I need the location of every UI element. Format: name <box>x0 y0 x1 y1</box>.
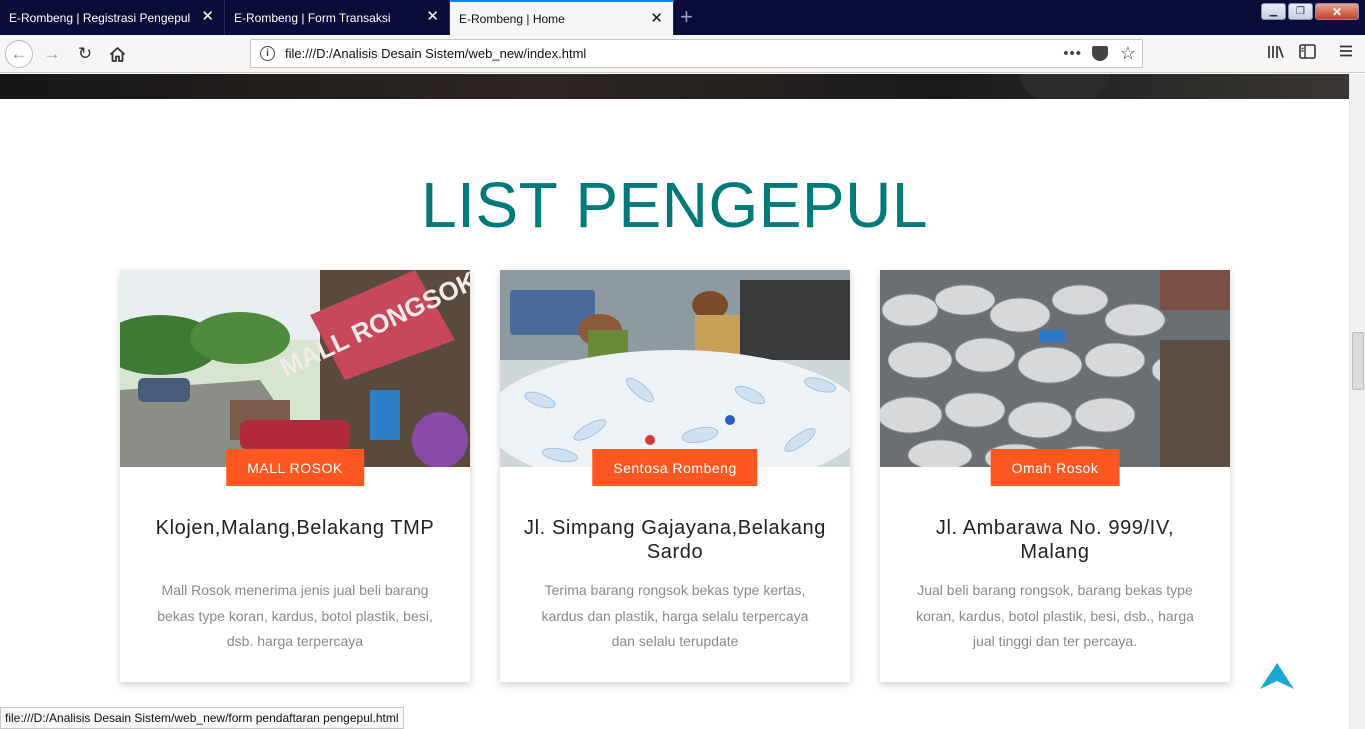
browser-tab-strip: E-Rombeng | Registrasi Pengepul ✕ E-Romb… <box>0 0 1365 35</box>
new-tab-icon[interactable]: + <box>680 6 693 28</box>
info-icon[interactable]: i <box>260 46 275 61</box>
hero-image-bottom <box>0 74 1349 99</box>
collector-photo <box>500 270 850 467</box>
tab-title: E-Rombeng | Home <box>459 11 565 26</box>
collector-card[interactable]: Omah Rosok Jl. Ambarawa No. 999/IV, Mala… <box>880 270 1230 682</box>
sidebar-icon[interactable] <box>1299 44 1316 64</box>
tab-home[interactable]: E-Rombeng | Home ✕ <box>450 0 674 35</box>
collector-description: Jual beli barang rongsok, barang bekas t… <box>916 582 1194 649</box>
home-icon[interactable] <box>103 40 131 68</box>
collector-name-badge[interactable]: Sentosa Rombeng <box>592 449 758 486</box>
window-close-button[interactable]: ✕ <box>1315 3 1359 20</box>
tab-registrasi-pengepul[interactable]: E-Rombeng | Registrasi Pengepul ✕ <box>0 0 225 35</box>
page-scrollbar[interactable] <box>1349 74 1365 729</box>
tab-title: E-Rombeng | Registrasi Pengepul <box>9 10 191 25</box>
collector-name-badge[interactable]: MALL ROSOK <box>226 449 364 486</box>
tab-title: E-Rombeng | Form Transaksi <box>234 10 391 25</box>
star-icon[interactable]: ☆ <box>1120 43 1136 64</box>
collector-description: Terima barang rongsok bekas type kertas,… <box>541 582 809 649</box>
tab-form-transaksi[interactable]: E-Rombeng | Form Transaksi ✕ <box>225 0 450 35</box>
close-icon[interactable]: ✕ <box>650 11 663 26</box>
section-title: LIST PENGEPUL <box>421 169 928 241</box>
collector-address: Jl. Simpang Gajayana,Belakang Sardo <box>523 517 827 563</box>
page-content: LIST PENGEPUL MALL RONGSOK MALL ROSOK Kl… <box>0 74 1349 729</box>
url-text[interactable]: file:///D:/Analisis Desain Sistem/web_ne… <box>285 46 586 61</box>
library-icon[interactable] <box>1267 44 1285 65</box>
reload-icon[interactable]: ↻ <box>71 40 99 68</box>
hamburger-icon[interactable] <box>1339 44 1353 63</box>
collector-name-badge[interactable]: Omah Rosok <box>990 449 1120 486</box>
link-status-bar: file:///D:/Analisis Desain Sistem/web_ne… <box>0 707 404 729</box>
restore-button[interactable]: ❐ <box>1288 3 1313 20</box>
address-bar[interactable]: i file:///D:/Analisis Desain Sistem/web_… <box>250 39 1143 68</box>
collector-photo: MALL RONGSOK <box>120 270 470 467</box>
window-controls: ▁ ❐ ✕ <box>1261 3 1359 20</box>
scrollbar-thumb[interactable] <box>1352 332 1364 390</box>
arrow-left-icon[interactable]: ← <box>5 40 33 68</box>
collector-card[interactable]: MALL RONGSOK MALL ROSOK Klojen,Malang,Be… <box>120 270 470 682</box>
ellipsis-icon[interactable]: ••• <box>1063 45 1082 62</box>
collector-card[interactable]: Sentosa Rombeng Jl. Simpang Gajayana,Bel… <box>500 270 850 682</box>
pocket-icon[interactable] <box>1092 46 1108 61</box>
collector-address: Klojen,Malang,Belakang TMP <box>155 517 435 539</box>
collector-address: Jl. Ambarawa No. 999/IV, Malang <box>935 517 1175 563</box>
collector-photo <box>880 270 1230 467</box>
minimize-button[interactable]: ▁ <box>1261 3 1286 20</box>
close-icon[interactable]: ✕ <box>201 9 214 24</box>
browser-toolbar: ← → ↻ i file:///D:/Analisis Desain Siste… <box>0 35 1365 73</box>
arrow-right-icon[interactable]: → <box>38 40 66 68</box>
close-icon[interactable]: ✕ <box>426 9 439 24</box>
arrow-up-icon[interactable] <box>1260 663 1294 689</box>
collector-description: Mall Rosok menerima jenis jual beli bara… <box>157 582 433 649</box>
